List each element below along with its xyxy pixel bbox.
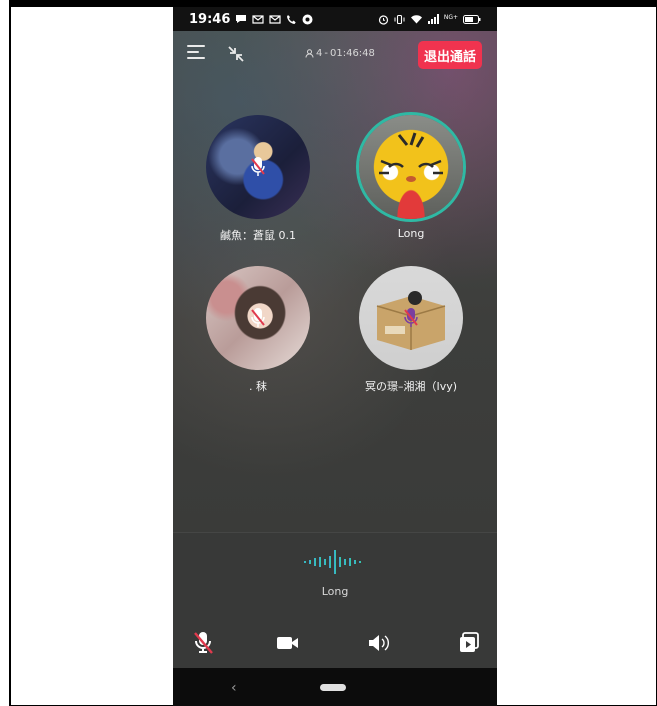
wifi-icon	[410, 15, 422, 24]
participant-name: . 秣	[249, 380, 267, 393]
person-icon	[305, 49, 314, 58]
chrome-icon	[302, 14, 313, 24]
system-nav-bar: ‹	[173, 668, 497, 706]
exit-call-button[interactable]: 退出通話	[418, 41, 482, 69]
status-right: NG+	[378, 14, 481, 25]
call-header: 4 - 01:46:48 退出通話	[173, 35, 497, 75]
participant-tile[interactable]: 鹹魚：蒼鼠 0.1	[193, 115, 323, 243]
gmail-icon	[252, 14, 264, 24]
network-label: NG+	[443, 13, 458, 21]
screen-share-button[interactable]	[453, 627, 485, 659]
participant-tile[interactable]: . 秣	[193, 266, 323, 394]
minimize-icon[interactable]	[225, 43, 247, 65]
separator: -	[324, 48, 328, 59]
phone-icon	[287, 14, 297, 24]
avatar	[359, 115, 463, 219]
avatar	[206, 115, 310, 219]
status-time: 19:46	[189, 11, 231, 27]
mic-off-icon	[194, 632, 213, 654]
speaker-panel: Long	[173, 533, 497, 668]
top-border	[0, 0, 657, 7]
alarm-icon	[378, 14, 388, 25]
signal-icon	[427, 14, 439, 24]
screen-share-icon	[460, 632, 479, 652]
chat-icon	[236, 15, 247, 23]
gmail-icon	[269, 14, 281, 24]
call-duration: 01:46:48	[329, 48, 375, 59]
tiger-face-detail	[379, 132, 443, 182]
video-button[interactable]	[272, 627, 304, 659]
speaker-button[interactable]	[363, 627, 395, 659]
participants-info: 4 - 01:46:48	[305, 48, 375, 59]
participant-name: 冥の璟–湘湘（Ivy)	[364, 380, 458, 393]
call-controls	[173, 627, 497, 661]
avatar	[359, 266, 463, 370]
mic-muted-icon	[404, 308, 418, 327]
participant-count: 4	[316, 48, 323, 59]
menu-icon[interactable]	[187, 45, 207, 61]
participant-tile[interactable]: 冥の璟–湘湘（Ivy)	[346, 266, 476, 394]
audio-waveform-icon	[304, 550, 361, 574]
current-speaker-name: Long	[321, 585, 349, 598]
battery-icon	[463, 14, 481, 24]
vibrate-icon	[394, 14, 405, 24]
video-camera-icon	[277, 637, 298, 649]
speaker-icon	[369, 635, 389, 651]
mic-muted-icon	[251, 157, 265, 176]
back-icon[interactable]: ‹	[231, 680, 237, 696]
participant-tile[interactable]: Long	[346, 115, 476, 240]
participant-name: Long	[397, 227, 425, 240]
participant-name: 鹹魚：蒼鼠 0.1	[220, 229, 296, 242]
mute-button[interactable]	[187, 627, 219, 659]
status-bar: 19:46 NG+	[173, 7, 497, 31]
phone-screen: 19:46 NG+ 4 - 01:46:48 退出通話 鹹魚：蒼鼠 0.1 Lo…	[173, 7, 497, 706]
home-button[interactable]	[320, 684, 346, 691]
left-border	[0, 0, 11, 706]
status-left: 19:46	[189, 12, 313, 27]
avatar	[206, 266, 310, 370]
mic-muted-icon	[251, 308, 265, 327]
